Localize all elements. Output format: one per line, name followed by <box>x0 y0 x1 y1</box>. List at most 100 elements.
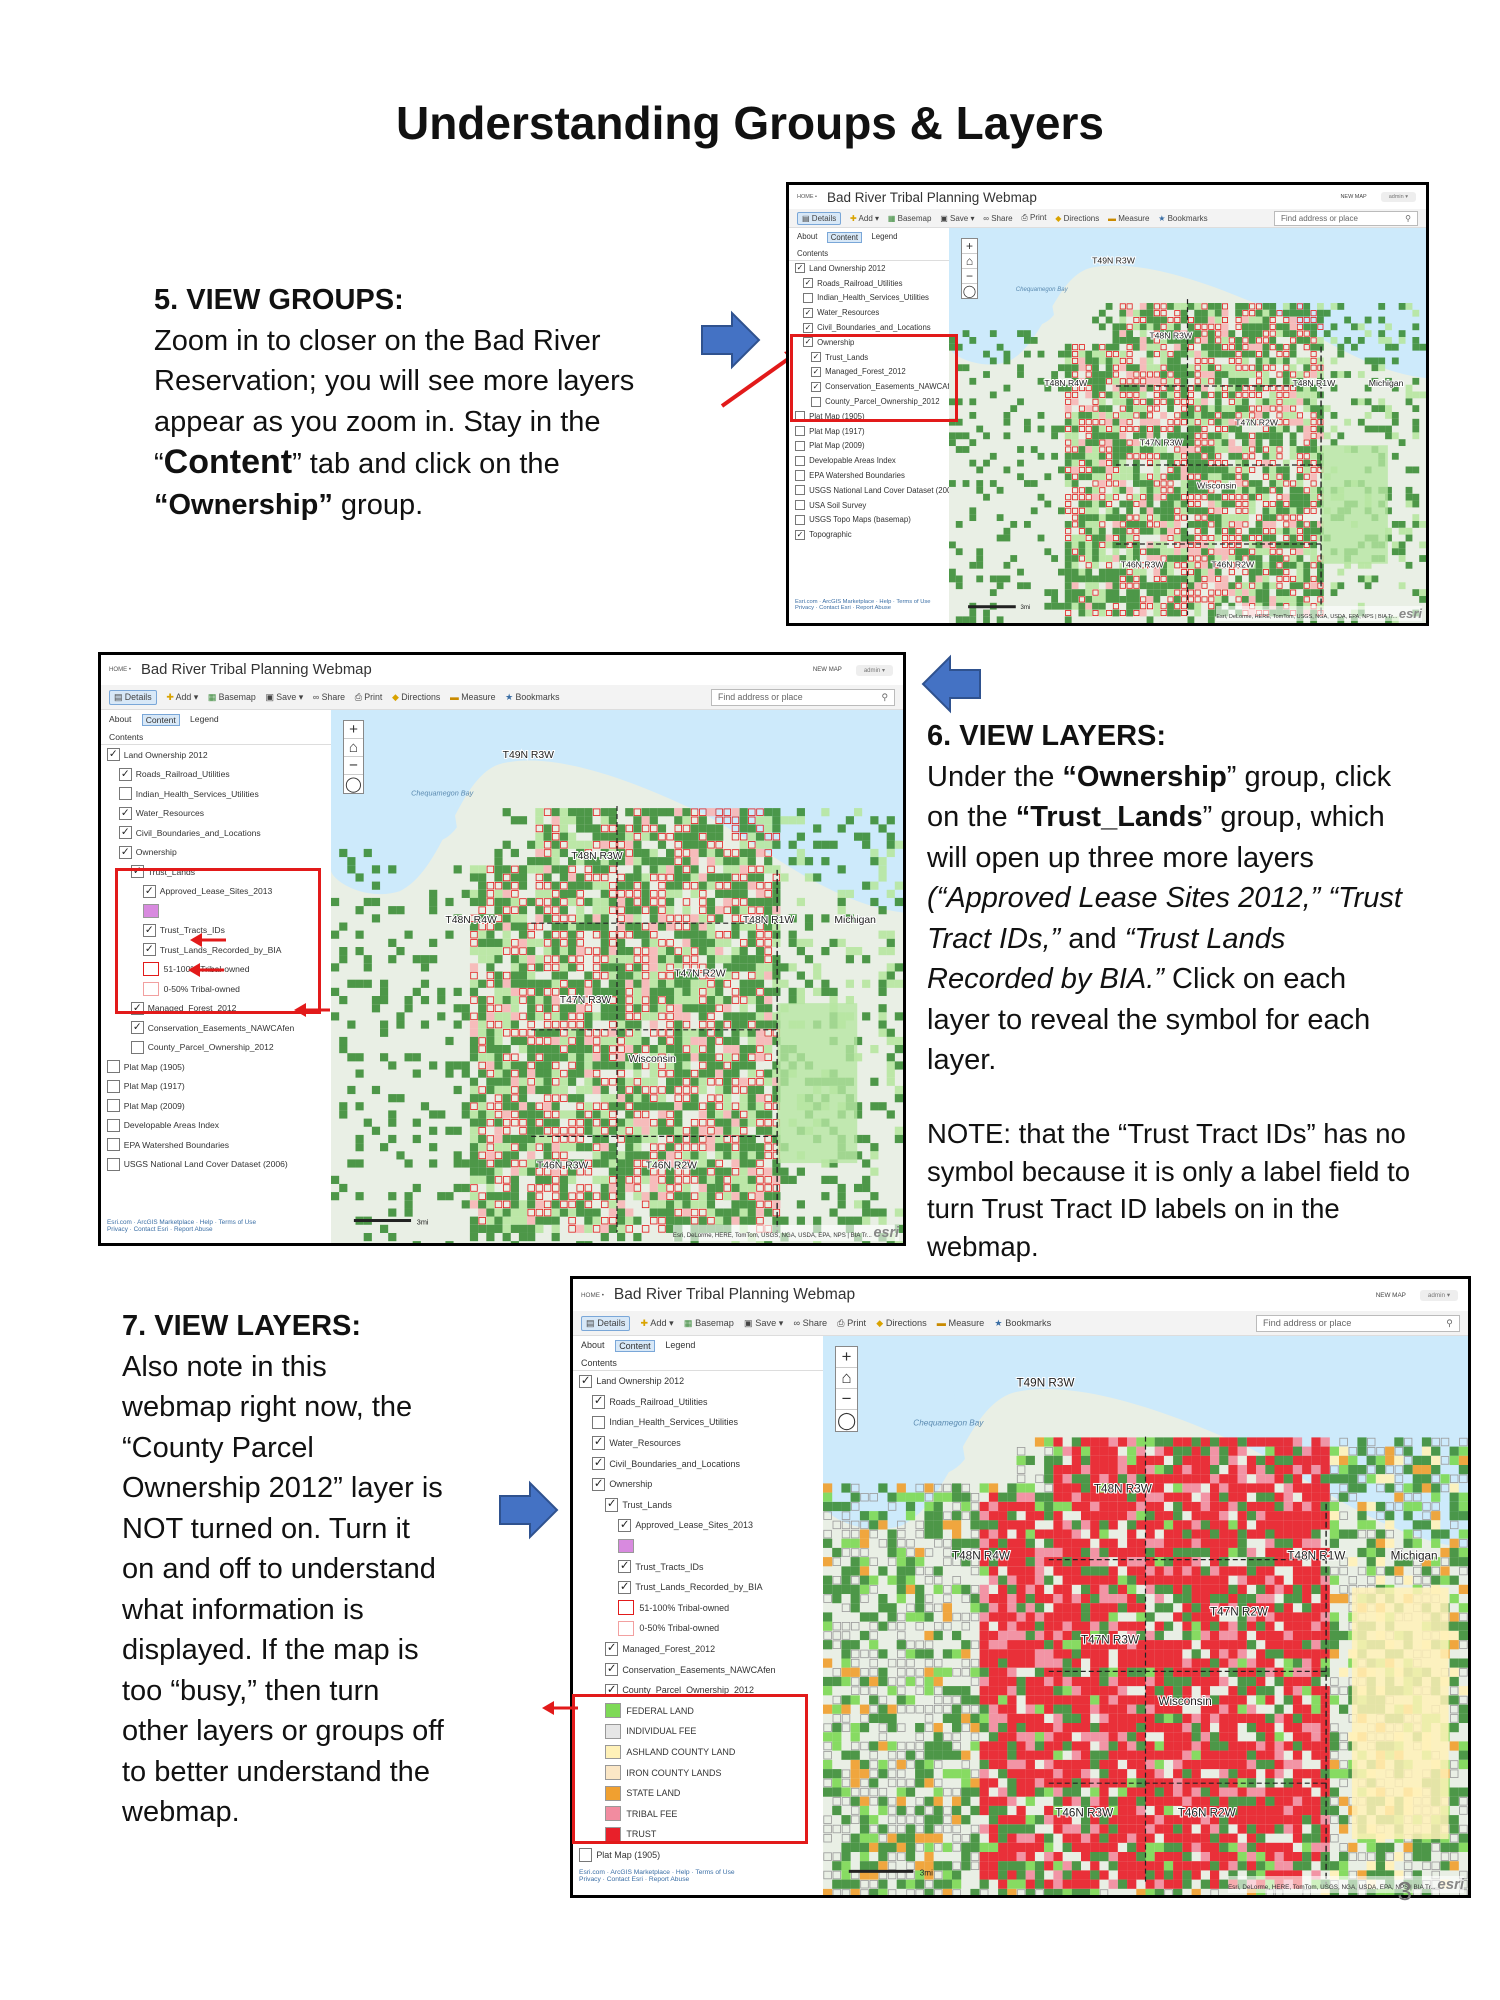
map-view[interactable]: T49N R3W T48N R3W T48N R4W T48N R1W T47N R2W… <box>823 1336 1468 1895</box>
layer-checkbox[interactable] <box>795 426 806 437</box>
details-button[interactable]: ▤ Details <box>581 1315 631 1331</box>
layer-item[interactable]: Indian_Health_Services_Utilities <box>789 291 949 306</box>
layer-item[interactable]: ✓ Civil_Boundaries_and_Locations <box>573 1453 823 1474</box>
layer-item[interactable]: Plat Map (2009) <box>101 1096 331 1116</box>
layer-checkbox[interactable]: ✓ <box>592 1436 606 1450</box>
zoom-out-button[interactable]: − <box>344 757 363 775</box>
layer-checkbox[interactable] <box>579 1848 593 1862</box>
details-button[interactable]: ▤ Details <box>109 689 157 705</box>
layer-checkbox[interactable]: ✓ <box>605 1642 619 1656</box>
layer-checkbox[interactable] <box>107 1079 120 1093</box>
share-button[interactable]: ∞ Share <box>983 214 1012 223</box>
layer-checkbox[interactable]: ✓ <box>795 529 806 540</box>
search-input[interactable]: Find address or place ⚲ <box>711 688 895 706</box>
layer-checkbox[interactable] <box>107 1138 120 1152</box>
map-view[interactable]: T49N R3W T48N R3W T48N R4W T48N R1W T47N R2W… <box>331 710 903 1243</box>
layer-item[interactable]: USGS Topo Maps (basemap) <box>789 513 949 528</box>
layer-checkbox[interactable] <box>795 500 806 511</box>
layer-item[interactable]: Plat Map (1905) <box>101 1057 331 1077</box>
tab-legend[interactable]: Legend <box>871 232 897 243</box>
new-map-link[interactable]: NEW MAP <box>1376 1292 1406 1299</box>
layer-checkbox[interactable]: ✓ <box>119 826 132 840</box>
zoom-out-button[interactable]: − <box>962 269 977 284</box>
layer-item[interactable]: County_Parcel_Ownership_2012 <box>101 1038 331 1058</box>
layer-item[interactable]: ✓ Water_Resources <box>789 305 949 320</box>
tab-about[interactable]: About <box>797 232 817 243</box>
layer-item[interactable]: Indian_Health_Services_Utilities <box>573 1412 823 1433</box>
measure-button[interactable]: ▬ Measure <box>937 1318 985 1328</box>
zoom-out-button[interactable]: − <box>836 1389 857 1410</box>
home-menu[interactable]: HOME • <box>581 1292 604 1299</box>
layer-checkbox[interactable] <box>803 292 814 304</box>
layer-checkbox[interactable] <box>795 470 806 481</box>
layer-item[interactable] <box>573 1536 823 1557</box>
new-map-link[interactable]: NEW MAP <box>1340 194 1366 200</box>
layer-item[interactable]: ✓ Trust_Tracts_IDs <box>573 1556 823 1577</box>
layer-checkbox[interactable]: ✓ <box>803 322 814 333</box>
layer-checkbox[interactable]: ✓ <box>605 1498 619 1512</box>
layer-item[interactable]: USA Soil Survey <box>789 498 949 513</box>
layer-checkbox[interactable]: ✓ <box>605 1662 619 1677</box>
layer-item[interactable]: 51-100% Tribal-owned <box>573 1598 823 1619</box>
layer-item[interactable]: ✓ Ownership <box>101 843 331 863</box>
layer-checkbox[interactable]: ✓ <box>107 748 120 762</box>
tab-content[interactable]: Content <box>826 232 863 243</box>
tab-content[interactable]: Content <box>615 1340 655 1352</box>
layer-item[interactable]: ✓ Land Ownership 2012 <box>573 1371 823 1392</box>
layer-item[interactable]: Indian_Health_Services_Utilities <box>101 784 331 804</box>
admin-menu[interactable]: admin ▾ <box>855 664 893 676</box>
basemap-button[interactable]: ▦ Basemap <box>208 692 256 703</box>
layer-checkbox[interactable]: ✓ <box>592 1477 606 1491</box>
print-button[interactable]: ⎙ Print <box>355 692 383 703</box>
layer-item[interactable]: Plat Map (1917) <box>789 424 949 439</box>
add-button[interactable]: ✚ Add ▾ <box>850 214 879 223</box>
locate-icon[interactable]: ◯ <box>836 1410 857 1431</box>
layer-checkbox[interactable] <box>107 1118 120 1132</box>
footer-links[interactable]: Privacy · Contact Esri · Report Abuse <box>795 605 955 611</box>
footer-links[interactable]: Esri.com · ArcGIS Marketplace · Help · T… <box>579 1869 829 1876</box>
home-extent-icon[interactable]: ⌂ <box>344 739 363 757</box>
add-button[interactable]: ✚ Add ▾ <box>640 1318 673 1329</box>
layer-item[interactable]: ✓ Roads_Railroad_Utilities <box>789 276 949 291</box>
layer-checkbox[interactable]: ✓ <box>119 845 132 859</box>
layer-item[interactable]: ✓ Approved_Lease_Sites_2013 <box>573 1515 823 1536</box>
layer-checkbox[interactable] <box>795 440 806 452</box>
layer-item[interactable]: ✓ Land Ownership 2012 <box>789 261 949 276</box>
layer-item[interactable]: EPA Watershed Boundaries <box>101 1135 331 1155</box>
tab-content[interactable]: Content <box>141 714 180 726</box>
layer-checkbox[interactable]: ✓ <box>803 307 814 318</box>
layer-checkbox[interactable]: ✓ <box>618 1559 632 1574</box>
footer-links[interactable]: Privacy · Contact Esri · Report Abuse <box>107 1226 337 1233</box>
layer-item[interactable]: EPA Watershed Boundaries <box>789 468 949 483</box>
layer-item[interactable]: ✓ Conservation_Easements_NAWCAfen <box>101 1018 331 1038</box>
layer-item[interactable]: ✓ Trust_Lands <box>573 1495 823 1516</box>
tab-about[interactable]: About <box>581 1340 604 1352</box>
layer-item[interactable]: Plat Map (1905) <box>573 1845 823 1866</box>
details-button[interactable]: ▤ Details <box>797 211 842 225</box>
layer-item[interactable]: ✓ Roads_Railroad_Utilities <box>101 765 331 785</box>
layer-checkbox[interactable] <box>107 1060 120 1074</box>
layer-checkbox[interactable] <box>795 485 806 496</box>
layer-item[interactable]: ✓ Trust_Lands_Recorded_by_BIA <box>573 1577 823 1598</box>
layer-checkbox[interactable] <box>795 514 806 525</box>
layer-checkbox[interactable] <box>119 787 132 801</box>
layer-item[interactable]: Developable Areas Index <box>101 1116 331 1136</box>
layer-item[interactable]: ✓ Ownership <box>573 1474 823 1495</box>
save-button[interactable]: ▣ Save ▾ <box>940 214 974 223</box>
layer-item[interactable]: USGS National Land Cover Dataset (2006) <box>789 483 949 498</box>
search-input[interactable]: Find address or place ⚲ <box>1256 1314 1460 1332</box>
layer-item[interactable]: Plat Map (2009) <box>789 439 949 454</box>
save-button[interactable]: ▣ Save ▾ <box>744 1318 783 1329</box>
layer-item[interactable]: ✓ Civil_Boundaries_and_Locations <box>789 320 949 335</box>
bookmarks-button[interactable]: ★ Bookmarks <box>1158 214 1207 223</box>
layer-checkbox[interactable]: ✓ <box>618 1518 632 1533</box>
layer-checkbox[interactable]: ✓ <box>803 278 814 289</box>
layer-item[interactable]: ✓ Managed_Forest_2012 <box>573 1639 823 1660</box>
footer-links[interactable]: Privacy · Contact Esri · Report Abuse <box>579 1876 829 1883</box>
layer-item[interactable]: ✓ Conservation_Easements_NAWCAfen <box>573 1659 823 1680</box>
locate-icon[interactable]: ◯ <box>962 284 977 298</box>
home-extent-icon[interactable]: ⌂ <box>836 1368 857 1389</box>
zoom-in-button[interactable]: + <box>836 1347 857 1368</box>
bookmarks-button[interactable]: ★ Bookmarks <box>994 1318 1051 1329</box>
layer-checkbox[interactable] <box>107 1099 120 1113</box>
